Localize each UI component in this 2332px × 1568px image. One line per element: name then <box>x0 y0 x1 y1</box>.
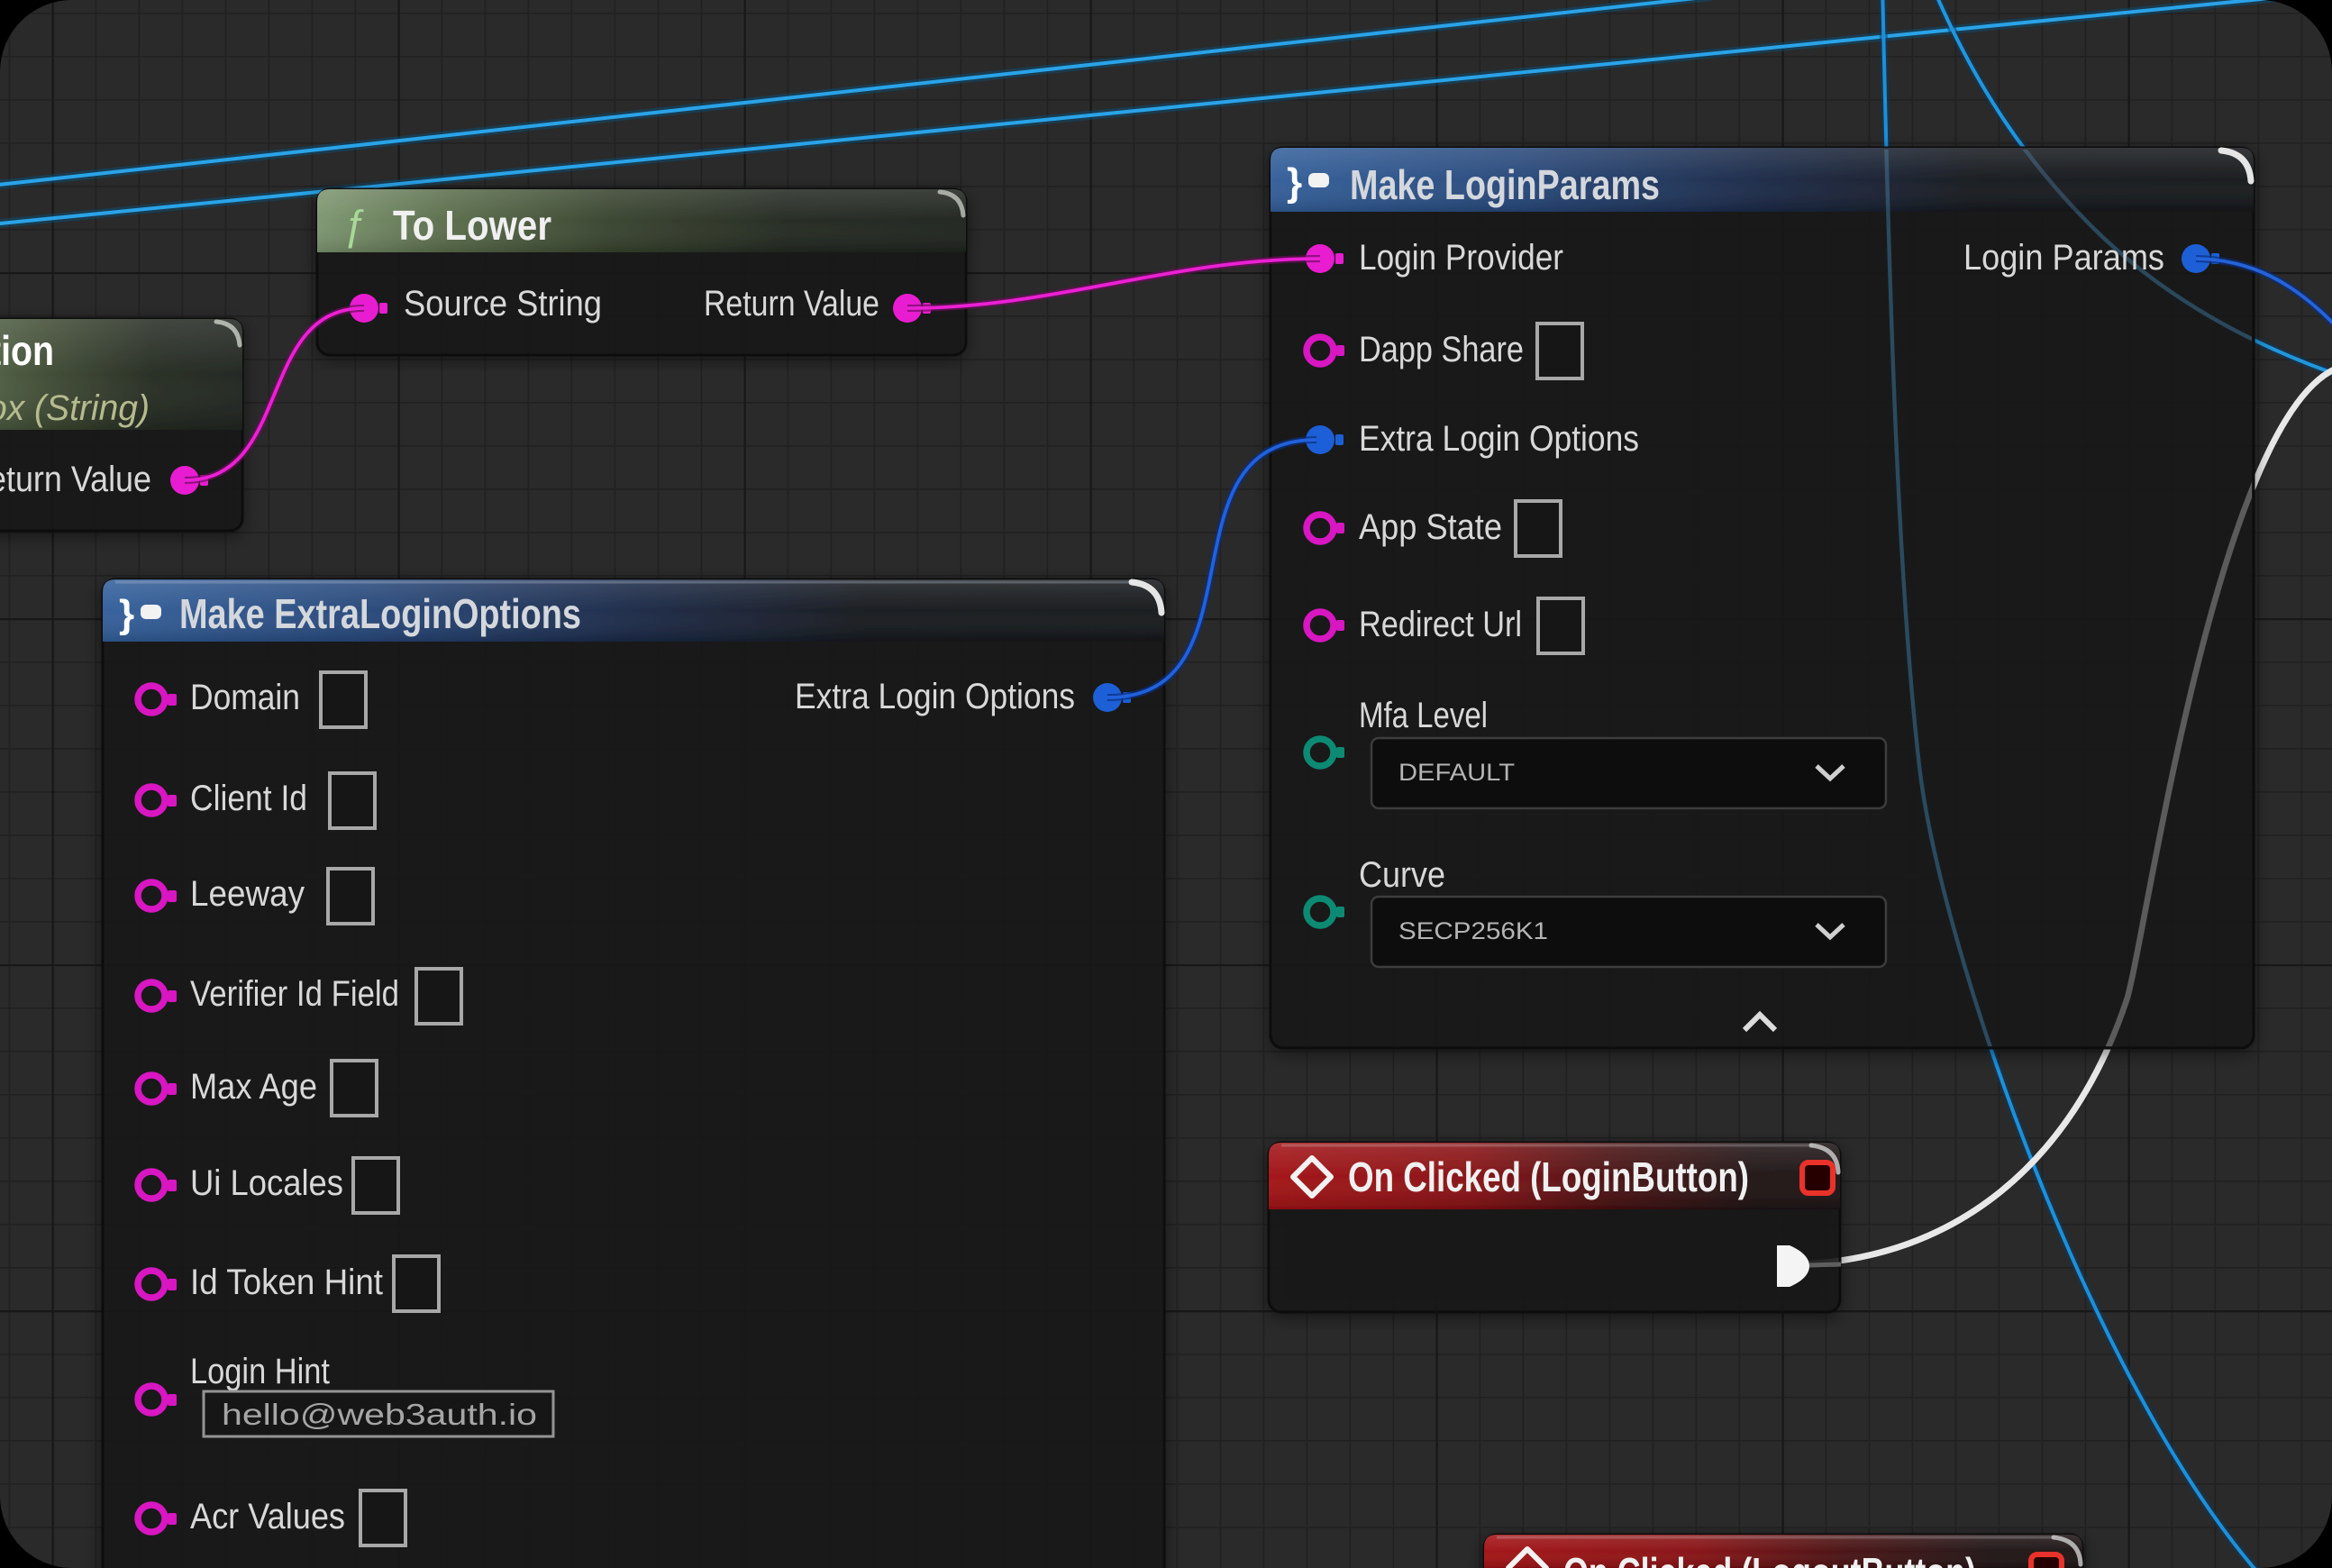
svg-text:Domain: Domain <box>190 678 300 717</box>
svg-text:ƒ: ƒ <box>342 201 366 249</box>
svg-text:eturn Value: eturn Value <box>0 460 151 499</box>
svg-text:Login Params: Login Params <box>1963 238 2164 278</box>
svg-text:Login Hint: Login Hint <box>190 1352 330 1391</box>
svg-text:Login Provider: Login Provider <box>1359 238 1563 278</box>
svg-text:Curve: Curve <box>1359 855 1445 895</box>
svg-text:App State: App State <box>1359 507 1502 547</box>
svg-text:On Clicked (LogoutButton): On Clicked (LogoutButton) <box>1563 1549 1976 1568</box>
svg-text:Source String: Source String <box>404 284 602 324</box>
svg-text:Acr Values: Acr Values <box>190 1497 345 1536</box>
svg-text:Make LoginParams: Make LoginParams <box>1350 161 1660 208</box>
svg-text:Client Id: Client Id <box>190 779 307 818</box>
svg-text:Return Value: Return Value <box>704 284 879 324</box>
svg-text:tion: tion <box>0 327 54 374</box>
svg-text:Max Age: Max Age <box>190 1067 317 1107</box>
svg-text:}: } <box>119 592 134 636</box>
svg-text:Ui Locales: Ui Locales <box>190 1163 343 1203</box>
svg-text:ox (String): ox (String) <box>0 388 150 428</box>
svg-text:DEFAULT: DEFAULT <box>1398 759 1515 786</box>
svg-text:Make ExtraLoginOptions: Make ExtraLoginOptions <box>179 590 581 637</box>
svg-text:SECP256K1: SECP256K1 <box>1398 917 1548 944</box>
svg-text:To Lower: To Lower <box>393 202 551 249</box>
svg-text:Id Token Hint: Id Token Hint <box>190 1263 383 1302</box>
svg-text:Redirect Url: Redirect Url <box>1359 605 1522 644</box>
svg-text:Mfa Level: Mfa Level <box>1359 696 1488 735</box>
svg-text:Leeway: Leeway <box>190 874 305 914</box>
svg-text:Extra Login Options: Extra Login Options <box>795 677 1075 716</box>
svg-text:hello@web3auth.io: hello@web3auth.io <box>222 1398 537 1431</box>
svg-text:On Clicked (LoginButton): On Clicked (LoginButton) <box>1348 1153 1749 1200</box>
svg-text:Verifier Id Field: Verifier Id Field <box>190 974 399 1014</box>
svg-text:Extra Login Options: Extra Login Options <box>1359 419 1639 459</box>
svg-text:Dapp Share: Dapp Share <box>1359 330 1524 369</box>
svg-text:}: } <box>1287 160 1302 205</box>
